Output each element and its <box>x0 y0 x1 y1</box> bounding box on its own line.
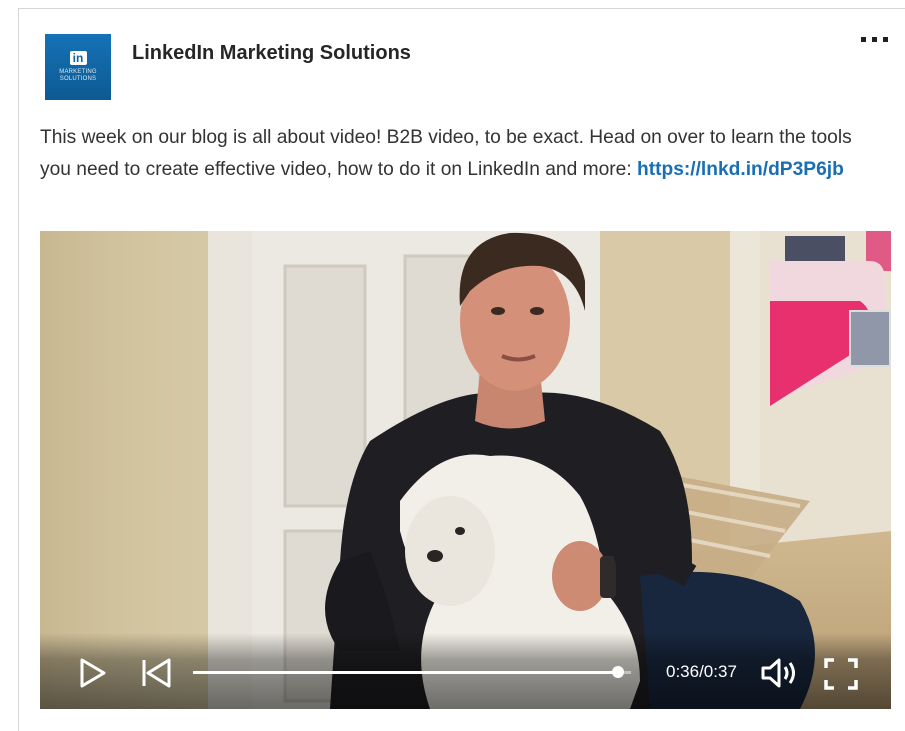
post-link[interactable]: https://lnkd.in/dP3P6jb <box>637 159 844 180</box>
play-icon[interactable] <box>78 657 108 689</box>
video-player[interactable]: 0:36/0:37 <box>40 231 891 709</box>
ellipsis-icon <box>861 37 866 42</box>
company-name[interactable]: LinkedIn Marketing Solutions <box>132 42 411 65</box>
progress-track[interactable] <box>193 666 631 678</box>
logo-caption-line2: SOLUTIONS <box>59 76 97 82</box>
fullscreen-icon[interactable] <box>823 657 859 691</box>
more-options-button[interactable] <box>857 29 897 49</box>
progress-fill <box>193 671 618 674</box>
logo-caption-line1: MARKETING <box>59 69 97 75</box>
ellipsis-dot <box>872 37 877 42</box>
ellipsis-dot <box>883 37 888 42</box>
volume-icon[interactable] <box>760 657 800 689</box>
time-display: 0:36/0:37 <box>666 662 737 681</box>
linkedin-logo-icon: in <box>69 51 87 65</box>
video-controls: 0:36/0:37 <box>40 633 891 709</box>
post-card: in MARKETING SOLUTIONS LinkedIn Marketin… <box>18 8 905 731</box>
post-text: This week on our blog is all about video… <box>40 122 880 186</box>
logo-caption: MARKETING SOLUTIONS <box>59 69 96 83</box>
company-logo[interactable]: in MARKETING SOLUTIONS <box>45 34 111 100</box>
progress-handle[interactable] <box>611 666 624 678</box>
rewind-icon[interactable] <box>139 657 173 689</box>
